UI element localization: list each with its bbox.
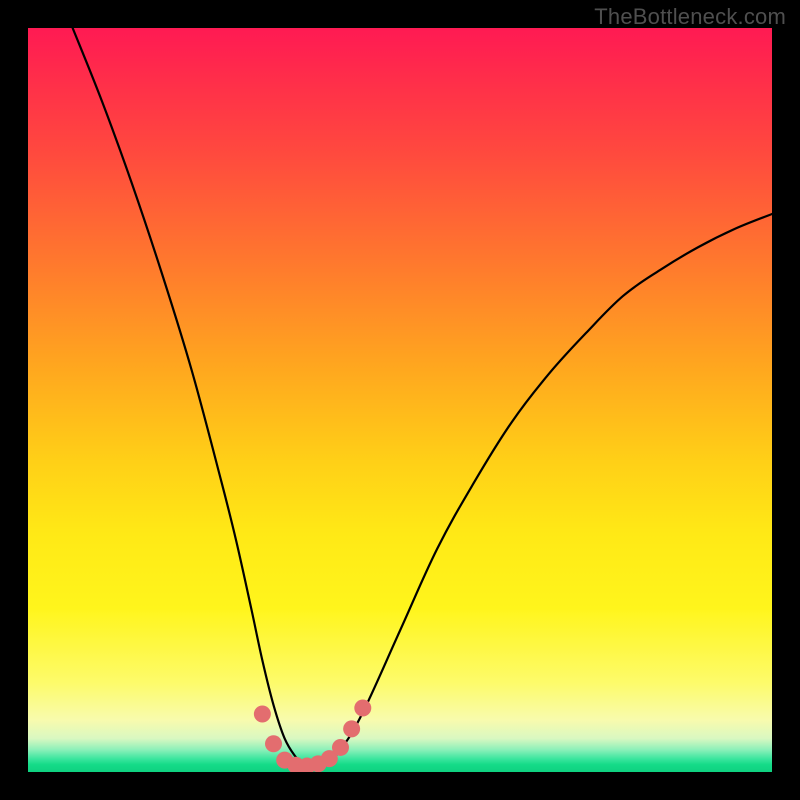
watermark-text: TheBottleneck.com <box>594 4 786 30</box>
plot-area <box>28 28 772 772</box>
bottleneck-curve <box>73 28 772 767</box>
curve-markers <box>254 700 371 772</box>
curve-marker <box>343 720 360 737</box>
curve-marker <box>265 735 282 752</box>
chart-frame: TheBottleneck.com <box>0 0 800 800</box>
curve-marker <box>354 700 371 717</box>
curve-marker <box>332 739 349 756</box>
curve-layer <box>28 28 772 772</box>
curve-marker <box>254 705 271 722</box>
